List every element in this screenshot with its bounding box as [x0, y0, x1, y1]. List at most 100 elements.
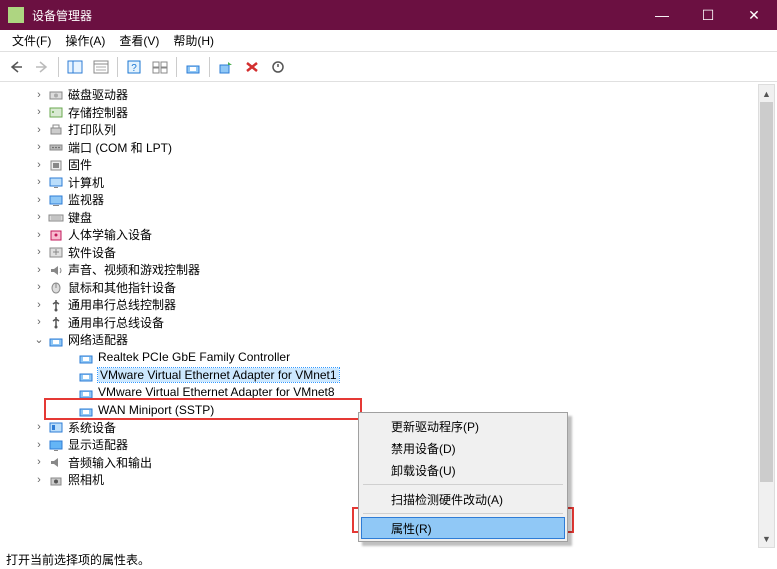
tree-node-label: 系统设备	[68, 419, 116, 436]
tree-node-label: 存储控制器	[68, 104, 128, 121]
context-menu-item[interactable]: 禁用设备(D)	[361, 437, 565, 459]
toolbar: ?	[0, 52, 777, 82]
disable-button[interactable]	[266, 55, 290, 79]
expander-icon[interactable]: ›	[32, 456, 46, 468]
scan-hardware-button[interactable]	[214, 55, 238, 79]
tree-node[interactable]: › 键盘	[4, 209, 757, 227]
network-icon	[48, 333, 64, 347]
expander-icon[interactable]: ›	[32, 89, 46, 101]
tree-node[interactable]: Realtek PCIe GbE Family Controller	[4, 349, 757, 367]
expander-icon[interactable]: ›	[32, 176, 46, 188]
tree-node[interactable]: ⌄网络适配器	[4, 331, 757, 349]
expander-icon[interactable]: ›	[32, 246, 46, 258]
tree-node[interactable]: › 存储控制器	[4, 104, 757, 122]
tree-node[interactable]: ›鼠标和其他指针设备	[4, 279, 757, 297]
expander-icon[interactable]: ›	[32, 439, 46, 451]
hid-icon	[48, 228, 64, 242]
properties-button[interactable]	[89, 55, 113, 79]
tree-node[interactable]: › 通用串行总线设备	[4, 314, 757, 332]
tree-node[interactable]: › 打印队列	[4, 121, 757, 139]
menu-help[interactable]: 帮助(H)	[167, 30, 220, 51]
printer-icon	[48, 123, 64, 137]
content-area: ›磁盘驱动器›存储控制器›打印队列›端口 (COM 和 LPT)›固件›计算机›…	[0, 82, 777, 550]
uninstall-button[interactable]	[240, 55, 264, 79]
expander-icon[interactable]: ›	[32, 421, 46, 433]
tree-node[interactable]: VMware Virtual Ethernet Adapter for VMne…	[4, 366, 757, 384]
tree-node-label: 人体学输入设备	[68, 226, 152, 243]
context-menu: 更新驱动程序(P)禁用设备(D)卸载设备(U) 扫描检测硬件改动(A) 属性(R)	[358, 412, 568, 542]
network-adapter-icon	[78, 368, 94, 382]
system-icon	[48, 420, 64, 434]
context-menu-item[interactable]: 属性(R)	[361, 517, 565, 539]
expander-icon[interactable]: ›	[32, 159, 46, 171]
mouse-icon	[48, 280, 64, 294]
audioio-icon	[48, 455, 64, 469]
tree-node-label: 通用串行总线设备	[68, 314, 164, 331]
help-button[interactable]: ?	[122, 55, 146, 79]
menu-action[interactable]: 操作(A)	[59, 30, 111, 51]
expander-icon[interactable]: ›	[32, 211, 46, 223]
context-menu-item[interactable]: 卸载设备(U)	[361, 459, 565, 481]
maximize-button[interactable]: ☐	[685, 0, 731, 30]
expander-icon[interactable]: ›	[32, 281, 46, 293]
tree-node-label: 监视器	[68, 191, 104, 208]
tree-node-label: 固件	[68, 156, 92, 173]
statusbar: 打开当前选择项的属性表。	[0, 550, 777, 569]
firmware-icon	[48, 158, 64, 172]
tree-node[interactable]: › 端口 (COM 和 LPT)	[4, 139, 757, 157]
tree-node[interactable]: VMware Virtual Ethernet Adapter for VMne…	[4, 384, 757, 402]
tree-node[interactable]: › 声音、视频和游戏控制器	[4, 261, 757, 279]
update-driver-button[interactable]	[181, 55, 205, 79]
expander-icon[interactable]: ›	[32, 229, 46, 241]
expander-icon[interactable]: ›	[32, 141, 46, 153]
expander-icon[interactable]: ›	[32, 299, 46, 311]
expander-icon[interactable]: ›	[32, 316, 46, 328]
scroll-down-button[interactable]: ▼	[759, 530, 774, 547]
tree-node[interactable]: › 固件	[4, 156, 757, 174]
forward-button[interactable]	[30, 55, 54, 79]
tree-node[interactable]: ›通用串行总线控制器	[4, 296, 757, 314]
expander-icon[interactable]: ›	[32, 194, 46, 206]
close-button[interactable]: ✕	[731, 0, 777, 30]
menubar: 文件(F) 操作(A) 查看(V) 帮助(H)	[0, 30, 777, 52]
tree-node-label: 计算机	[68, 174, 104, 191]
tree-node-label: VMware Virtual Ethernet Adapter for VMne…	[98, 368, 339, 382]
context-menu-item[interactable]: 扫描检测硬件改动(A)	[361, 488, 565, 510]
context-menu-item[interactable]: 更新驱动程序(P)	[361, 415, 565, 437]
scroll-thumb[interactable]	[760, 102, 773, 482]
usb-icon	[48, 298, 64, 312]
display-icon	[48, 438, 64, 452]
tree-node-label: 键盘	[68, 209, 92, 226]
tree-node-label: 音频输入和输出	[68, 454, 152, 471]
expander-icon[interactable]: ⌄	[32, 333, 46, 346]
vertical-scrollbar[interactable]: ▲ ▼	[758, 84, 775, 548]
expander-icon[interactable]: ›	[32, 264, 46, 276]
expander-icon[interactable]: ›	[32, 106, 46, 118]
camera-icon	[48, 473, 64, 487]
tree-node[interactable]: › 人体学输入设备	[4, 226, 757, 244]
tree-node[interactable]: › 计算机	[4, 174, 757, 192]
tree-node-label: 声音、视频和游戏控制器	[68, 261, 200, 278]
expander-icon[interactable]: ›	[32, 124, 46, 136]
menu-file[interactable]: 文件(F)	[6, 30, 57, 51]
menu-view[interactable]: 查看(V)	[113, 30, 165, 51]
show-hide-tree-button[interactable]	[63, 55, 87, 79]
expander-icon[interactable]: ›	[32, 474, 46, 486]
view-button[interactable]	[148, 55, 172, 79]
tree-node-label: 显示适配器	[68, 436, 128, 453]
tree-node[interactable]: ›磁盘驱动器	[4, 86, 757, 104]
scroll-up-button[interactable]: ▲	[759, 85, 774, 102]
context-menu-separator	[363, 484, 563, 485]
tree-node-label: 照相机	[68, 471, 104, 488]
tree-node[interactable]: ›软件设备	[4, 244, 757, 262]
tree-node-label: 端口 (COM 和 LPT)	[68, 139, 172, 156]
audio-icon	[48, 263, 64, 277]
tree-node[interactable]: › 监视器	[4, 191, 757, 209]
tree-node-label: 打印队列	[68, 121, 116, 138]
keyboard-icon	[48, 210, 64, 224]
context-menu-separator	[363, 513, 563, 514]
monitor-icon	[48, 193, 64, 207]
back-button[interactable]	[4, 55, 28, 79]
minimize-button[interactable]: —	[639, 0, 685, 30]
computer-icon	[48, 175, 64, 189]
